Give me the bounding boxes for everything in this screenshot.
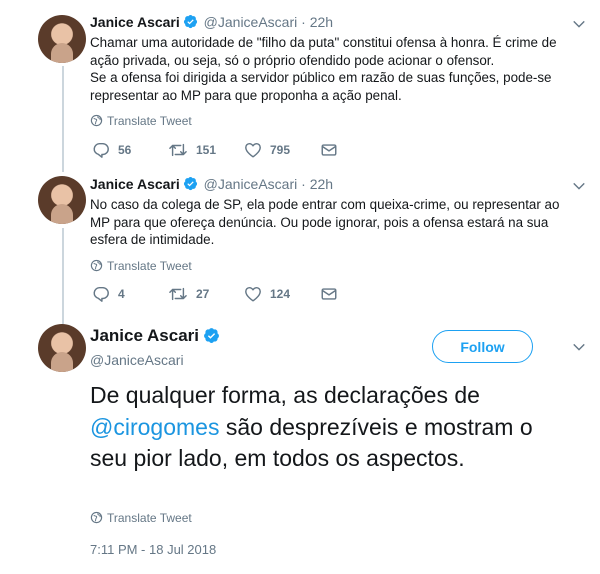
author-handle[interactable]: @JaniceAscari bbox=[204, 176, 298, 192]
tweet-timestamp[interactable]: 7:11 PM - 18 Jul 2018 bbox=[90, 542, 216, 557]
reply-button[interactable]: 56 bbox=[92, 141, 168, 159]
translate-label: Translate Tweet bbox=[107, 259, 192, 273]
verified-badge-icon bbox=[183, 14, 198, 29]
author-name[interactable]: Janice Ascari bbox=[90, 176, 180, 192]
chevron-down-icon[interactable] bbox=[572, 340, 586, 354]
like-count: 795 bbox=[270, 143, 291, 157]
direct-message-button[interactable] bbox=[320, 141, 396, 159]
author-name[interactable]: Janice Ascari bbox=[90, 326, 199, 345]
translate-tweet-link[interactable]: Translate Tweet bbox=[90, 259, 192, 273]
thread-connector-line bbox=[62, 228, 64, 324]
tweet-time[interactable]: 22h bbox=[310, 176, 333, 192]
retweet-button[interactable]: 27 bbox=[168, 285, 244, 303]
retweet-icon bbox=[168, 141, 188, 159]
avatar[interactable] bbox=[38, 15, 86, 63]
tweet-actions: 4 27 124 bbox=[92, 285, 396, 303]
direct-message-button[interactable] bbox=[320, 285, 396, 303]
chevron-down-icon[interactable] bbox=[572, 17, 586, 31]
author-handle[interactable]: @JaniceAscari bbox=[204, 14, 298, 30]
translate-label: Translate Tweet bbox=[107, 511, 192, 525]
tweet-text: Chamar uma autoridade de "filho da puta"… bbox=[90, 34, 557, 104]
heart-icon bbox=[244, 285, 262, 303]
avatar[interactable] bbox=[38, 324, 86, 372]
heart-icon bbox=[244, 141, 262, 159]
tweet-text-line: No caso da colega de SP, ela pode entrar… bbox=[90, 197, 560, 212]
mention-link[interactable]: @cirogomes bbox=[90, 414, 219, 440]
follow-button[interactable]: Follow bbox=[432, 330, 533, 363]
reply-icon bbox=[92, 141, 110, 159]
thread-connector-line bbox=[62, 66, 64, 172]
verified-badge-icon bbox=[203, 327, 220, 344]
envelope-icon bbox=[320, 285, 338, 303]
globe-icon bbox=[90, 114, 103, 127]
tweet-text-line: Se a ofensa foi dirigida a servidor públ… bbox=[90, 70, 552, 85]
tweet-header: Janice Ascari @JaniceAscari · 22h bbox=[90, 14, 333, 30]
tweet-text: De qualquer forma, as declarações de @ci… bbox=[90, 380, 560, 475]
author-handle[interactable]: @JaniceAscari bbox=[90, 352, 184, 368]
reply-count: 4 bbox=[118, 287, 125, 301]
separator-dot: · bbox=[301, 14, 306, 30]
reply-icon bbox=[92, 285, 110, 303]
translate-label: Translate Tweet bbox=[107, 114, 192, 128]
reply-button[interactable]: 4 bbox=[92, 285, 168, 303]
tweet-text: No caso da colega de SP, ela pode entrar… bbox=[90, 196, 559, 249]
like-button[interactable]: 124 bbox=[244, 285, 320, 303]
tweet-header: Janice Ascari @JaniceAscari · 22h bbox=[90, 176, 333, 192]
tweet-time[interactable]: 22h bbox=[310, 14, 333, 30]
like-button[interactable]: 795 bbox=[244, 141, 320, 159]
tweet-text-start: De qualquer forma, as declarações de bbox=[90, 382, 480, 408]
tweet-text-line: esfera de intimidade. bbox=[90, 232, 215, 247]
globe-icon bbox=[90, 511, 103, 524]
tweet-text-line: Chamar uma autoridade de "filho da puta"… bbox=[90, 35, 557, 50]
tweet-text-line: representar ao MP para que proponha a aç… bbox=[90, 87, 402, 103]
globe-icon bbox=[90, 259, 103, 272]
tweet-text-line: MP para que ofereça denúncia. Ou pode ig… bbox=[90, 214, 549, 230]
verified-badge-icon bbox=[183, 176, 198, 191]
separator-dot: · bbox=[301, 176, 306, 192]
chevron-down-icon[interactable] bbox=[572, 179, 586, 193]
like-count: 124 bbox=[270, 287, 291, 301]
retweet-count: 151 bbox=[196, 143, 217, 157]
retweet-icon bbox=[168, 285, 188, 303]
reply-count: 56 bbox=[118, 143, 132, 157]
retweet-button[interactable]: 151 bbox=[168, 141, 244, 159]
translate-tweet-link[interactable]: Translate Tweet bbox=[90, 511, 192, 525]
retweet-count: 27 bbox=[196, 287, 210, 301]
envelope-icon bbox=[320, 141, 338, 159]
translate-tweet-link[interactable]: Translate Tweet bbox=[90, 114, 192, 128]
tweet-text-line: ação privada, ou seja, só o próprio ofen… bbox=[90, 52, 495, 68]
author-name-line: Janice Ascari bbox=[90, 326, 222, 346]
avatar[interactable] bbox=[38, 176, 86, 224]
tweet-actions: 56 151 795 bbox=[92, 141, 396, 159]
author-name[interactable]: Janice Ascari bbox=[90, 14, 180, 30]
